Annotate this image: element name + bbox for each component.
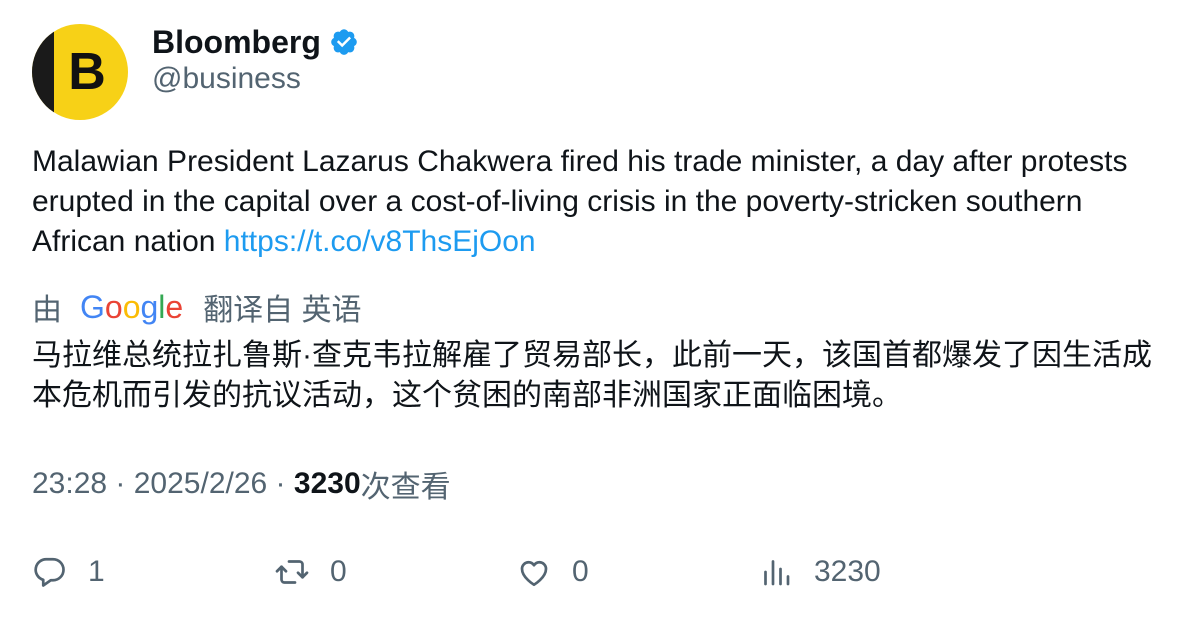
translated-text: 马拉维总统拉扎鲁斯·查克韦拉解雇了贸易部长，此前一天，该国首都爆发了因生活成本危… <box>32 339 1152 412</box>
google-logo-icon: Google <box>80 288 184 325</box>
analytics-icon <box>764 560 790 586</box>
retweet-count: 0 <box>330 555 347 588</box>
author-name[interactable]: Bloomberg <box>152 24 321 61</box>
views-label: 次查看 <box>360 471 451 504</box>
retweet-icon <box>275 560 309 584</box>
action-bar: 1 0 0 3230 <box>32 550 1172 594</box>
translation-prefix: 由 <box>32 294 62 327</box>
reply-count: 1 <box>88 555 105 588</box>
tweet-date[interactable]: 2025/2/26 <box>134 467 267 501</box>
reply-button[interactable]: 1 <box>32 550 105 594</box>
tweet-time[interactable]: 23:28 <box>32 467 107 501</box>
verified-badge-icon[interactable] <box>329 27 359 57</box>
heart-icon <box>520 560 548 587</box>
like-button[interactable]: 0 <box>516 550 589 594</box>
reply-icon <box>34 557 65 587</box>
tweet-link[interactable]: https://t.co/v8ThsEjOon <box>224 225 536 258</box>
translation-suffix: 翻译自 英语 <box>203 294 362 327</box>
tweet-text: Malawian President Lazarus Chakwera fire… <box>32 142 1172 262</box>
views-button[interactable]: 3230 <box>758 550 881 594</box>
tweet-body: Malawian President Lazarus Chakwera fire… <box>32 145 1128 258</box>
avatar-letter: B <box>68 43 106 101</box>
avatar[interactable]: B <box>32 24 128 120</box>
avatar-dark-stripe <box>32 24 54 120</box>
author-handle[interactable]: @business <box>152 62 301 96</box>
translation-attribution: 由 Google 翻译自 英语 <box>32 286 362 328</box>
views-action-count: 3230 <box>814 555 881 588</box>
meta-separator: · <box>267 467 294 500</box>
retweet-button[interactable]: 0 <box>274 550 347 594</box>
author-name-row: Bloomberg <box>152 22 359 62</box>
like-count: 0 <box>572 555 589 588</box>
views-count: 3230 <box>293 467 361 500</box>
meta-separator: · <box>107 467 134 500</box>
tweet-meta: 23:28 · 2025/2/26 · 3230 次查看 <box>32 464 451 504</box>
